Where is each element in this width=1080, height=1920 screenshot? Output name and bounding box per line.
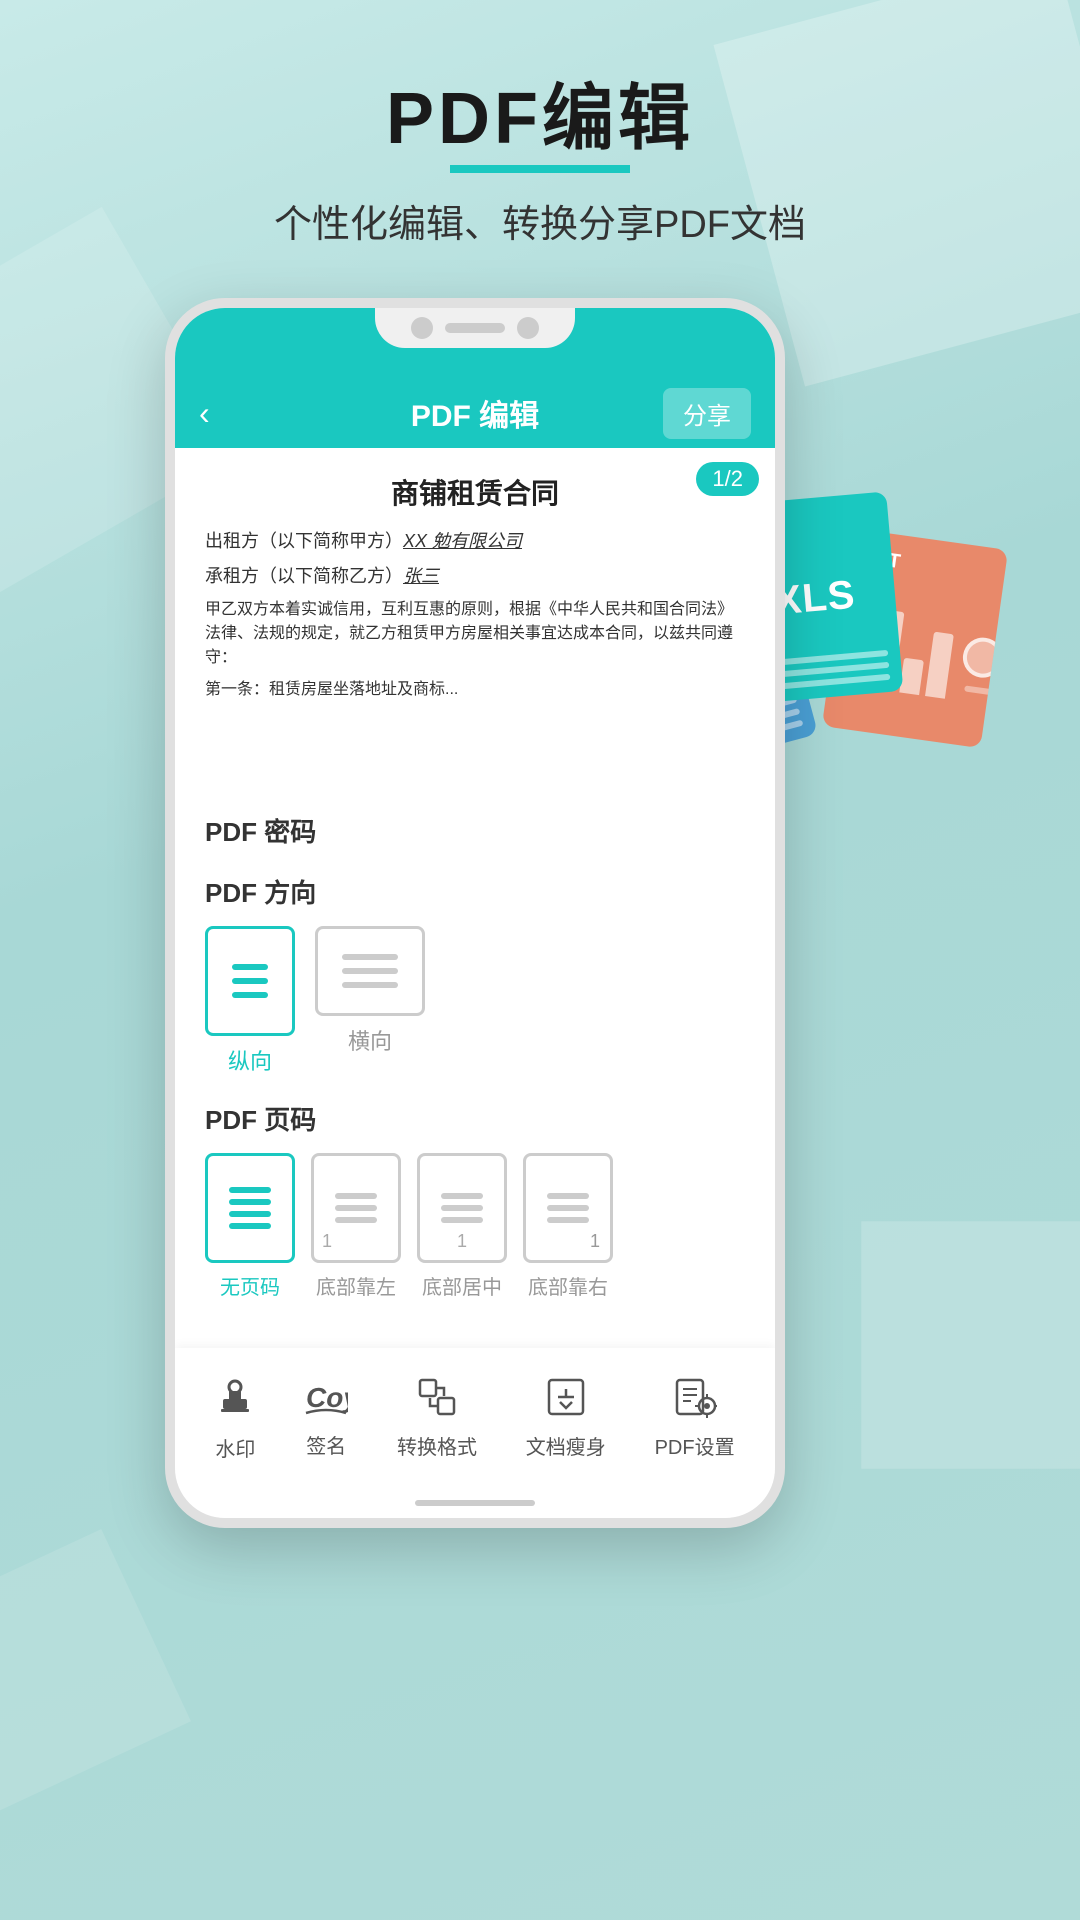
password-label: PDF 密码 — [205, 812, 745, 849]
phone-notch — [375, 308, 575, 348]
orientation-portrait[interactable]: 纵向 — [205, 926, 295, 1076]
page-number-options: 无页码 1 底部靠左 — [205, 1153, 745, 1300]
app-bar: ‹ PDF 编辑 分享 — [175, 378, 775, 448]
stamp-icon — [215, 1375, 255, 1425]
convert-icon — [416, 1376, 458, 1423]
toolbar-compress[interactable]: 文档瘦身 — [526, 1376, 606, 1460]
signature-label: 签名 — [306, 1430, 346, 1459]
doc-title: 商铺租赁合同 — [205, 472, 745, 512]
doc-line-3: 甲乙双方本着实诚信用，互利互惠的原则，根据《中华人民共和国合同法》法律、法规的规… — [205, 598, 745, 670]
landscape-label: 横向 — [348, 1024, 392, 1056]
landscape-icon — [315, 926, 425, 1016]
page-subtitle: 个性化编辑、转换分享PDF文档 — [274, 193, 806, 248]
compress-icon — [545, 1376, 587, 1423]
page-icon-br: 1 — [523, 1153, 613, 1263]
page-badge: 1/2 — [696, 462, 759, 496]
back-button[interactable]: ‹ — [199, 395, 210, 432]
phone-notch-area — [175, 308, 775, 378]
pdf-settings-label: PDF设置 — [655, 1431, 735, 1460]
doc-line-1: 出租方（以下简称甲方）XX 勉有限公司 — [205, 528, 745, 555]
page-label-br: 底部靠右 — [528, 1271, 608, 1300]
signature-icon: Coy — [304, 1377, 348, 1422]
page-label-none: 无页码 — [220, 1271, 280, 1300]
page-option-br[interactable]: 1 底部靠右 — [523, 1153, 613, 1300]
compress-label: 文档瘦身 — [526, 1431, 606, 1460]
camera-dot — [411, 317, 433, 339]
settings-panel: PDF 密码 PDF 方向 纵向 — [175, 788, 775, 1348]
phone-mockup: ‹ PDF 编辑 分享 1/2 商铺租赁合同 出租方（以下简称甲方）XX 勉有限… — [165, 298, 785, 1528]
home-indicator — [415, 1500, 535, 1506]
orientation-options: 纵向 横向 — [205, 926, 745, 1076]
camera-dot-2 — [517, 317, 539, 339]
portrait-icon — [205, 926, 295, 1036]
document-area: 1/2 商铺租赁合同 出租方（以下简称甲方）XX 勉有限公司 承租方（以下简称乙… — [175, 448, 775, 788]
app-bar-title: PDF 编辑 — [411, 391, 539, 435]
pdf-settings-icon — [673, 1376, 717, 1423]
toolbar-watermark[interactable]: 水印 — [215, 1375, 255, 1462]
share-button[interactable]: 分享 — [663, 388, 751, 439]
page-label-bl: 底部靠左 — [316, 1271, 396, 1300]
page-icon-bc: 1 — [417, 1153, 507, 1263]
orientation-landscape[interactable]: 横向 — [315, 926, 425, 1076]
portrait-label: 纵向 — [228, 1044, 272, 1076]
doc-line-4: 第一条：租赁房屋坐落地址及商标... — [205, 678, 745, 702]
page-icon-bl: 1 — [311, 1153, 401, 1263]
toolbar-signature[interactable]: Coy 签名 — [304, 1377, 348, 1459]
toolbar-convert[interactable]: 转换格式 — [397, 1376, 477, 1460]
orientation-section: PDF 方向 纵向 — [205, 873, 745, 1076]
toolbar-pdf-settings[interactable]: PDF设置 — [655, 1376, 735, 1460]
home-indicator-area — [175, 1488, 775, 1518]
orientation-label: PDF 方向 — [205, 873, 745, 910]
page-icon-none — [205, 1153, 295, 1263]
page-title: PDF编辑 — [274, 80, 806, 159]
page-label-bc: 底部居中 — [422, 1271, 502, 1300]
page-option-bl[interactable]: 1 底部靠左 — [311, 1153, 401, 1300]
bottom-toolbar: 水印 Coy 签名 转换格式 — [175, 1348, 775, 1488]
page-option-bc[interactable]: 1 底部居中 — [417, 1153, 507, 1300]
title-underline — [450, 165, 630, 173]
page-number-section: PDF 页码 无页码 — [205, 1100, 745, 1300]
doc-line-2: 承租方（以下简称乙方）张三 — [205, 563, 745, 590]
convert-label: 转换格式 — [397, 1431, 477, 1460]
page-option-none[interactable]: 无页码 — [205, 1153, 295, 1300]
header: PDF编辑 个性化编辑、转换分享PDF文档 — [274, 0, 806, 248]
password-section: PDF 密码 — [205, 812, 745, 849]
svg-text:Coy: Coy — [306, 1382, 348, 1413]
page-number-label: PDF 页码 — [205, 1100, 745, 1137]
speaker — [445, 323, 505, 333]
watermark-label: 水印 — [215, 1433, 255, 1462]
